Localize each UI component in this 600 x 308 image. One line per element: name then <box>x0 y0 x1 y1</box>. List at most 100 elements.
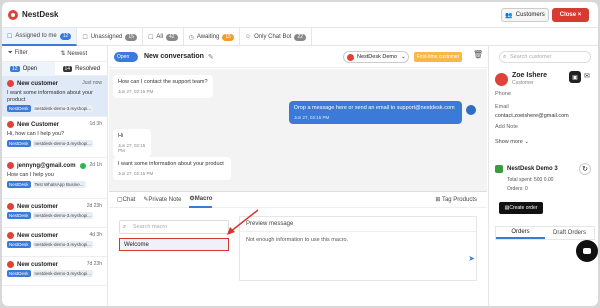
tab-awaiting[interactable]: ◷ Awaiting 15 <box>184 28 240 46</box>
avatar <box>347 53 354 61</box>
clock-icon: ◷ <box>188 34 194 41</box>
avatar <box>7 162 14 169</box>
conversation-time: 7d 23h <box>86 261 102 267</box>
channel-tag: NestDesk <box>7 105 31 112</box>
avatar <box>7 121 14 128</box>
tag-products-button[interactable]: ⊞ Tag Products <box>435 196 477 203</box>
list-item[interactable]: jennyng@gmail.com 2d 1h How can I help y… <box>2 158 107 199</box>
conversation-name: New customer <box>17 203 59 210</box>
tab-only-chat-bot[interactable]: ☺ Only Chat Bot 22 <box>240 28 313 46</box>
tab-chat[interactable]: ▢ Chat <box>117 192 135 208</box>
tag-products-label: Tag Products <box>441 197 477 203</box>
conversation-name: jennyng@gmail.com <box>17 162 76 169</box>
inbox-icon: ☐ <box>147 34 154 41</box>
open-count: 12 <box>10 65 20 72</box>
create-order-button[interactable]: ▤ Create order <box>499 202 543 214</box>
sort-dropdown[interactable]: ⇅ Newest <box>55 50 108 57</box>
avatar <box>7 232 14 239</box>
message-time: Jun 27, 02:15 PM <box>118 171 154 176</box>
tab-label: Unassigned <box>90 34 123 40</box>
app-window: NestDesk 👥 Customers Close × ☐ Assigned … <box>2 2 598 306</box>
users-icon: 👥 <box>505 12 513 19</box>
open-toggle[interactable]: Open <box>114 51 138 62</box>
shopify-icon <box>495 165 503 173</box>
tab-label: Only Chat Bot <box>254 34 292 40</box>
list-item[interactable]: New customer 2d 23h NestDesk nestdesk-dem… <box>2 199 107 228</box>
message-thread: How can I contact the support team? Jun … <box>109 69 487 191</box>
channel-tag: NestDesk <box>7 212 31 219</box>
tab-draft-orders[interactable]: Draft Orders <box>545 227 594 239</box>
tab-all[interactable]: ☐ All 42 <box>143 28 184 46</box>
store-tag: nestdesk-demo-3.myshopi... <box>32 105 94 112</box>
logo: NestDesk <box>8 9 58 20</box>
customers-label: Customers <box>515 12 545 18</box>
message-time: Jun 27, 02:15 PM <box>294 115 330 120</box>
conversation-list: New customer Just now I want some inform… <box>2 76 107 286</box>
open-filter[interactable]: 12 Open <box>2 61 55 76</box>
macro-label: Welcome <box>124 241 149 248</box>
total-spent: Total spent: 500 0.00 <box>507 177 554 183</box>
customer-search-input[interactable]: ⌕ Search customer <box>499 51 591 63</box>
message-icon[interactable]: ✉ <box>584 72 590 80</box>
message-bubble: I want some information about your produ… <box>113 157 231 180</box>
create-order-label: Create order <box>509 205 538 211</box>
list-item[interactable]: New Customer 1d 3h Hi, how can I help yo… <box>2 117 107 158</box>
macro-search-input[interactable]: ⌕ Search macro <box>119 220 229 234</box>
conversation-time: 2d 1h <box>89 162 102 168</box>
chat-widget-button[interactable] <box>576 240 598 262</box>
tag-icon: ⊞ <box>435 197 442 203</box>
tab-label: Awaiting <box>196 34 220 40</box>
list-item[interactable]: New customer Just now I want some inform… <box>2 76 107 117</box>
close-button[interactable]: Close × <box>552 8 589 22</box>
conversation-pane: Open New conversation ✎ NestDesk Demo ⌄ … <box>109 46 487 306</box>
channel-tag: NestDesk <box>7 270 31 277</box>
send-icon[interactable]: ➤ <box>468 254 475 263</box>
store-tag: nestdesk-demo-3.myshopi... <box>32 241 94 248</box>
tab-count: 12 <box>59 32 72 40</box>
tab-label: Chat <box>122 196 136 203</box>
preview-title: Preview message <box>240 217 476 232</box>
conversation-title: New conversation <box>144 53 204 60</box>
trash-icon[interactable]: 🗑 <box>473 50 483 59</box>
avatar <box>7 261 14 268</box>
customers-button[interactable]: 👥 Customers <box>501 8 549 22</box>
tab-orders[interactable]: Orders <box>496 227 545 239</box>
tab-assigned-to-me[interactable]: ☐ Assigned to me 12 <box>2 28 78 46</box>
inbox-icon: ☐ <box>82 34 88 41</box>
conversation-name: New customer <box>17 261 59 268</box>
refresh-icon[interactable]: ↻ <box>579 163 591 175</box>
macro-item-welcome[interactable]: Welcome <box>119 238 229 251</box>
message-text: I want some information about your produ… <box>118 161 224 167</box>
order-tabs: Orders Draft Orders <box>495 226 595 240</box>
list-item[interactable]: New customer 4d 3h NestDesk nestdesk-demo… <box>2 228 107 257</box>
add-note-link[interactable]: Add Note <box>495 124 518 130</box>
whatsapp-icon <box>79 162 86 169</box>
inbox-icon: ☐ <box>7 33 13 40</box>
avatar <box>466 105 476 115</box>
agent-select[interactable]: NestDesk Demo ⌄ <box>343 51 409 63</box>
top-bar: NestDesk 👥 Customers Close × <box>2 2 598 28</box>
contact-card-icon[interactable]: ▣ <box>569 71 581 83</box>
conversation-time: 2d 23h <box>86 203 102 209</box>
show-more-link[interactable]: Show more ⌄ <box>495 139 529 145</box>
message-text: Hi <box>118 133 124 139</box>
store-tag: Test WhatsApp Busine... <box>32 181 86 188</box>
preview-body: Not enough information to use this macro… <box>246 237 349 243</box>
conversation-time: Just now <box>82 80 102 86</box>
email-value[interactable]: contact.zoeishere@gmail.com <box>495 113 569 119</box>
tab-macro[interactable]: ⚙ Macro <box>189 192 213 208</box>
filter-dropdown[interactable]: ⏷ Filter <box>2 50 55 57</box>
resolved-filter[interactable]: 14 Resolved <box>55 62 108 76</box>
customer-pane: ⌕ Search customer Zoe Ishere Customer ▣ … <box>488 46 598 306</box>
annotation-arrow <box>227 209 259 235</box>
tab-private-note[interactable]: ✎ Private Note <box>143 192 181 208</box>
search-placeholder: Search macro <box>133 224 168 230</box>
avatar <box>495 73 508 86</box>
tab-unassigned[interactable]: ☐ Unassigned 15 <box>77 28 143 46</box>
sort-label: Newest <box>67 51 88 57</box>
search-icon: ⌕ <box>123 223 127 230</box>
resolved-label: Resolved <box>75 65 101 72</box>
list-item[interactable]: New customer 7d 23h NestDesk nestdesk-dem… <box>2 257 107 286</box>
edit-icon[interactable]: ✎ <box>208 53 214 61</box>
tab-label: All <box>156 34 164 40</box>
